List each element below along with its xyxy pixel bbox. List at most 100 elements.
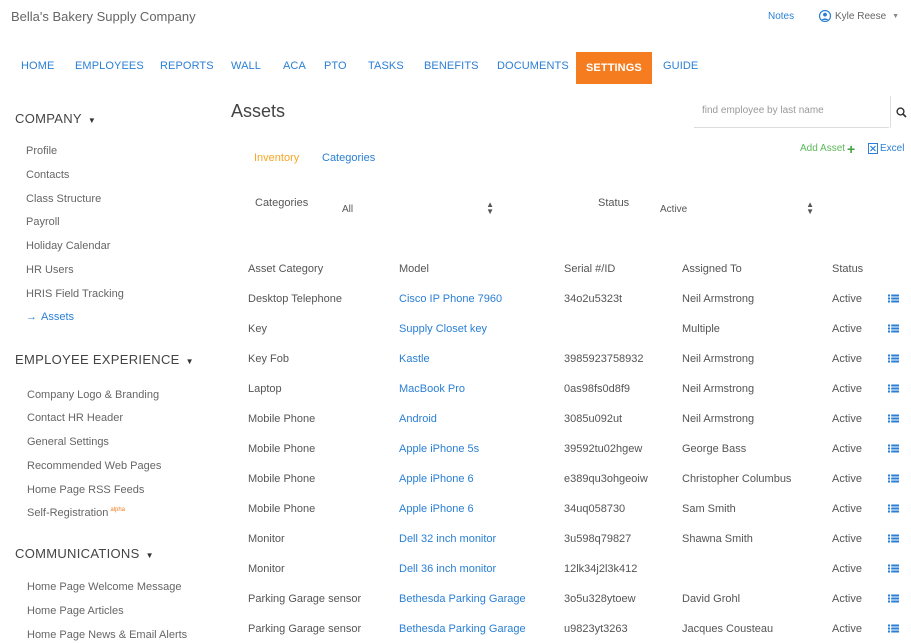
nav-item-tasks[interactable]: TASKS <box>368 60 404 72</box>
add-asset-button[interactable]: Add Asset + <box>800 142 855 156</box>
sidebar-item-label: Contact HR Header <box>27 412 123 424</box>
list-icon[interactable] <box>888 594 899 604</box>
cell-model[interactable]: Apple iPhone 6 <box>399 503 474 515</box>
column-header-status[interactable]: Status <box>832 263 863 275</box>
nav-item-settings[interactable]: SETTINGS <box>576 52 652 84</box>
sidebar-item-recommended-web-pages[interactable]: Recommended Web Pages <box>27 460 161 472</box>
list-icon[interactable] <box>888 324 899 334</box>
tab-inventory[interactable]: Inventory <box>254 152 299 164</box>
list-icon[interactable] <box>888 444 899 454</box>
select-arrows-icon: ▲ ▼ <box>806 200 814 216</box>
column-header-assigned-to[interactable]: Assigned To <box>682 263 742 275</box>
sidebar-section-employee-experience[interactable]: EMPLOYEE EXPERIENCE ▼ <box>15 352 194 367</box>
sidebar-item-label: Contacts <box>26 169 70 181</box>
nav-item-guide[interactable]: GUIDE <box>663 60 698 72</box>
cell-model[interactable]: Supply Closet key <box>399 323 487 335</box>
cell-asset-category: Mobile Phone <box>248 473 316 485</box>
cell-model[interactable]: Bethesda Parking Garage <box>399 593 526 605</box>
cell-model[interactable]: Dell 32 inch monitor <box>399 533 496 545</box>
cell-serial: 3u598q79827 <box>564 533 632 545</box>
nav-item-home[interactable]: HOME <box>21 60 54 72</box>
sidebar-item-contact-hr-header[interactable]: Contact HR Header <box>27 412 123 424</box>
cell-model[interactable]: Apple iPhone 5s <box>399 443 479 455</box>
cell-serial: 34uq058730 <box>564 503 626 515</box>
column-header-model[interactable]: Model <box>399 263 429 275</box>
company-brand: Bella's Bakery Supply Company <box>11 9 196 24</box>
excel-export-button[interactable]: Excel <box>868 143 904 154</box>
list-icon[interactable] <box>888 384 899 394</box>
sidebar-item-label: Assets <box>41 311 75 323</box>
alpha-badge: alpha <box>110 507 126 513</box>
sidebar-item-contacts[interactable]: Contacts <box>26 169 69 181</box>
cell-asset-category: Monitor <box>248 533 285 545</box>
cell-model[interactable]: Dell 36 inch monitor <box>399 563 496 575</box>
top-bar: Bella's Bakery Supply Company Notes Kyle… <box>0 0 911 40</box>
notes-link[interactable]: Notes <box>768 11 794 22</box>
list-icon[interactable] <box>888 354 899 364</box>
nav-item-aca[interactable]: ACA <box>283 60 306 72</box>
cell-assigned-to: Multiple <box>682 323 720 335</box>
nav-item-pto[interactable]: PTO <box>324 60 347 72</box>
sidebar-item-payroll[interactable]: Payroll <box>26 216 60 228</box>
cell-status: Active <box>832 623 862 635</box>
cell-assigned-to: Neil Armstrong <box>682 353 755 365</box>
cell-status: Active <box>832 293 862 305</box>
sidebar-section-company[interactable]: COMPANY ▼ <box>15 111 96 126</box>
status-select[interactable]: Active ▲ ▼ <box>660 199 814 221</box>
categories-select-value: All <box>342 204 354 215</box>
cell-model[interactable]: Android <box>399 413 437 425</box>
cell-model[interactable]: Cisco IP Phone 7960 <box>399 293 502 305</box>
list-icon[interactable] <box>888 504 899 514</box>
cell-model[interactable]: MacBook Pro <box>399 383 465 395</box>
sidebar-item-self-registration[interactable]: Self-Registration alpha <box>27 507 125 519</box>
sidebar-item-home-page-news-email-alerts[interactable]: Home Page News & Email Alerts <box>27 629 187 641</box>
cell-serial: 12lk34j2l3k412 <box>564 563 638 575</box>
cell-serial: 34o2u5323t <box>564 293 623 305</box>
list-icon[interactable] <box>888 534 899 544</box>
list-icon[interactable] <box>888 624 899 634</box>
search-input[interactable] <box>702 105 882 116</box>
column-header-asset-category[interactable]: Asset Category <box>248 263 323 275</box>
nav-item-documents[interactable]: DOCUMENTS <box>497 60 569 72</box>
sidebar-item-label: Home Page News & Email Alerts <box>27 629 188 641</box>
select-arrows-icon: ▲ ▼ <box>486 200 494 216</box>
list-icon[interactable] <box>888 414 899 424</box>
sidebar-item-hris-field-tracking[interactable]: HRIS Field Tracking <box>26 288 124 300</box>
sidebar-item-company-logo-branding[interactable]: Company Logo & Branding <box>27 389 159 401</box>
sidebar-item-label: HRIS Field Tracking <box>26 288 124 300</box>
sidebar-section-communications[interactable]: COMMUNICATIONS ▼ <box>15 546 154 561</box>
cell-status: Active <box>832 563 862 575</box>
tab-categories[interactable]: Categories <box>322 152 375 164</box>
sidebar-item-hr-users[interactable]: HR Users <box>26 264 74 276</box>
cell-serial: 39592tu02hgew <box>564 443 643 455</box>
sidebar-item-home-page-articles[interactable]: Home Page Articles <box>27 605 124 617</box>
list-icon[interactable] <box>888 294 899 304</box>
sidebar-item-home-page-rss-feeds[interactable]: Home Page RSS Feeds <box>27 484 144 496</box>
nav-item-benefits[interactable]: BENEFITS <box>424 60 479 72</box>
nav-item-employees[interactable]: EMPLOYEES <box>75 60 144 72</box>
column-header-serial[interactable]: Serial #/ID <box>564 263 615 275</box>
sidebar-item-general-settings[interactable]: General Settings <box>27 436 109 448</box>
add-asset-label: Add Asset <box>800 143 846 154</box>
sidebar-item-assets[interactable]: → Assets <box>26 311 74 323</box>
nav-item-wall[interactable]: WALL <box>231 60 261 72</box>
list-icon[interactable] <box>888 474 899 484</box>
search-button[interactable] <box>890 96 911 128</box>
cell-model[interactable]: Apple iPhone 6 <box>399 473 474 485</box>
page-title: Assets <box>231 101 286 121</box>
categories-select[interactable]: All ▲ ▼ <box>342 199 494 221</box>
cell-model[interactable]: Bethesda Parking Garage <box>399 623 526 635</box>
cell-asset-category: Mobile Phone <box>248 443 316 455</box>
list-icon[interactable] <box>888 564 899 574</box>
sidebar-item-home-page-welcome-message[interactable]: Home Page Welcome Message <box>27 581 181 593</box>
sidebar-item-holiday-calendar[interactable]: Holiday Calendar <box>26 240 110 252</box>
nav-item-reports[interactable]: REPORTS <box>160 60 214 72</box>
sidebar-item-class-structure[interactable]: Class Structure <box>26 193 101 205</box>
cell-model[interactable]: Kastle <box>399 353 430 365</box>
user-menu[interactable]: Kyle Reese ▼ <box>818 10 899 22</box>
sidebar-item-label: Home Page Articles <box>27 605 124 617</box>
cell-asset-category: Key Fob <box>248 353 289 365</box>
sidebar-section-title: EMPLOYEE EXPERIENCE <box>15 352 180 367</box>
sidebar-item-label: Payroll <box>26 216 60 228</box>
sidebar-item-profile[interactable]: Profile <box>26 145 57 157</box>
